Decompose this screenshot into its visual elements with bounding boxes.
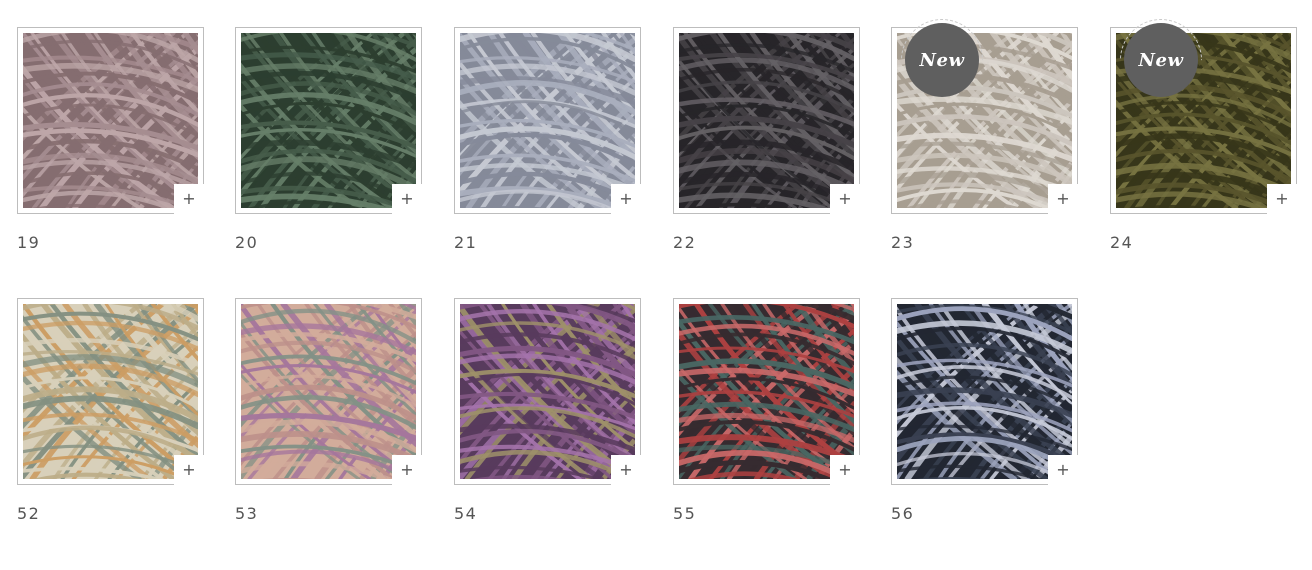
yarn-texture xyxy=(23,304,198,479)
yarn-texture xyxy=(897,304,1072,479)
swatch-image[interactable] xyxy=(679,33,854,208)
swatch-frame: + xyxy=(673,298,860,485)
yarn-texture xyxy=(23,33,198,208)
expand-plus-icon[interactable]: + xyxy=(1048,184,1078,214)
color-number: 23 xyxy=(891,233,915,252)
color-number: 53 xyxy=(235,504,259,523)
swatch-frame: + xyxy=(891,298,1078,485)
swatch-frame: + xyxy=(454,27,641,214)
yarn-texture xyxy=(241,33,416,208)
texture-shade xyxy=(241,304,416,479)
swatch-frame: + xyxy=(17,298,204,485)
swatch-image[interactable] xyxy=(241,304,416,479)
swatch-image[interactable] xyxy=(897,304,1072,479)
swatch-frame: + xyxy=(235,298,422,485)
swatch-frame: + xyxy=(673,27,860,214)
swatch-image[interactable] xyxy=(679,304,854,479)
color-number: 20 xyxy=(235,233,259,252)
yarn-texture xyxy=(460,33,635,208)
swatch-image[interactable] xyxy=(241,33,416,208)
color-number: 52 xyxy=(17,504,41,523)
expand-plus-icon[interactable]: + xyxy=(830,184,860,214)
swatch-frame: + xyxy=(454,298,641,485)
expand-plus-icon[interactable]: + xyxy=(1048,455,1078,485)
color-number: 24 xyxy=(1110,233,1134,252)
swatch-image[interactable] xyxy=(460,33,635,208)
texture-shade xyxy=(241,33,416,208)
texture-shade xyxy=(679,304,854,479)
yarn-texture xyxy=(679,304,854,479)
color-number: 22 xyxy=(673,233,697,252)
swatch-frame: + xyxy=(17,27,204,214)
swatch-image[interactable] xyxy=(23,304,198,479)
expand-plus-icon[interactable]: + xyxy=(1267,184,1297,214)
texture-shade xyxy=(679,33,854,208)
texture-shade xyxy=(23,304,198,479)
swatch-frame: + xyxy=(235,27,422,214)
expand-plus-icon[interactable]: + xyxy=(611,184,641,214)
expand-plus-icon[interactable]: + xyxy=(174,455,204,485)
texture-shade xyxy=(897,304,1072,479)
texture-shade xyxy=(23,33,198,208)
texture-shade xyxy=(460,304,635,479)
color-number: 56 xyxy=(891,504,915,523)
new-badge: New xyxy=(1124,23,1198,97)
expand-plus-icon[interactable]: + xyxy=(174,184,204,214)
expand-plus-icon[interactable]: + xyxy=(830,455,860,485)
color-number: 55 xyxy=(673,504,697,523)
yarn-texture xyxy=(460,304,635,479)
expand-plus-icon[interactable]: + xyxy=(392,184,422,214)
new-badge: New xyxy=(905,23,979,97)
yarn-texture xyxy=(679,33,854,208)
swatch-image[interactable] xyxy=(460,304,635,479)
swatch-image[interactable] xyxy=(23,33,198,208)
color-number: 21 xyxy=(454,233,478,252)
color-swatch-grid: + 19 + 20 + 21 + 22 + New 23 + New 24 + … xyxy=(0,0,1312,570)
expand-plus-icon[interactable]: + xyxy=(611,455,641,485)
texture-shade xyxy=(460,33,635,208)
color-number: 54 xyxy=(454,504,478,523)
yarn-texture xyxy=(241,304,416,479)
expand-plus-icon[interactable]: + xyxy=(392,455,422,485)
color-number: 19 xyxy=(17,233,41,252)
